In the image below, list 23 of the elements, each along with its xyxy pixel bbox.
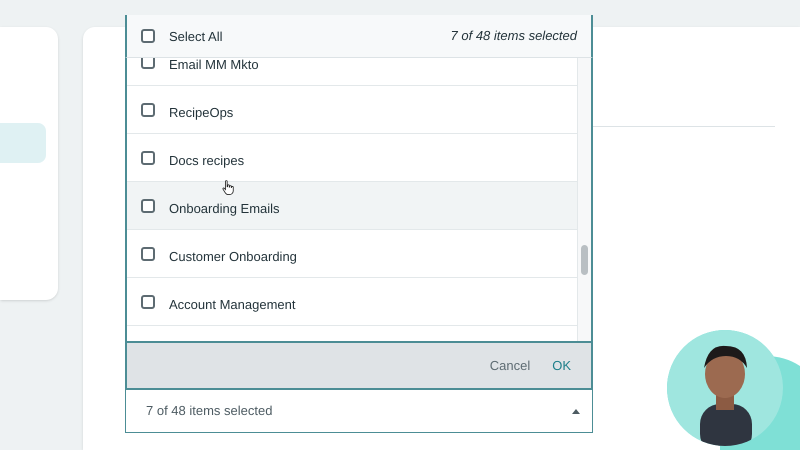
- checkbox[interactable]: [141, 150, 155, 164]
- cancel-button[interactable]: Cancel: [484, 352, 536, 380]
- checkbox[interactable]: [141, 58, 155, 68]
- option-label: Docs recipes: [169, 154, 244, 167]
- checkbox[interactable]: [141, 102, 155, 116]
- checkbox[interactable]: [141, 246, 155, 260]
- selection-count: 7 of 48 items selected: [450, 27, 577, 46]
- option-label: Email MM Mkto: [169, 58, 259, 71]
- option-label: Onboarding Emails: [169, 202, 280, 215]
- select-all-label: Select All: [169, 28, 224, 46]
- caret-icon: [572, 408, 580, 414]
- multiselect-field[interactable]: 7 of 48 items selected: [125, 390, 593, 433]
- checkbox[interactable]: [141, 198, 155, 212]
- option-label: RecipeOps: [169, 106, 234, 119]
- option-label: Account Management: [169, 298, 296, 311]
- scrollbar[interactable]: [577, 58, 591, 341]
- list-option[interactable]: Email MM Mkto: [127, 58, 577, 86]
- ok-button[interactable]: OK: [546, 352, 577, 380]
- hand-cursor-icon: [222, 180, 234, 195]
- list-option[interactable]: Onboarding Emails: [127, 182, 577, 230]
- checkbox[interactable]: [141, 29, 155, 43]
- checkbox[interactable]: [141, 294, 155, 308]
- option-label: Customer Onboarding: [169, 250, 297, 263]
